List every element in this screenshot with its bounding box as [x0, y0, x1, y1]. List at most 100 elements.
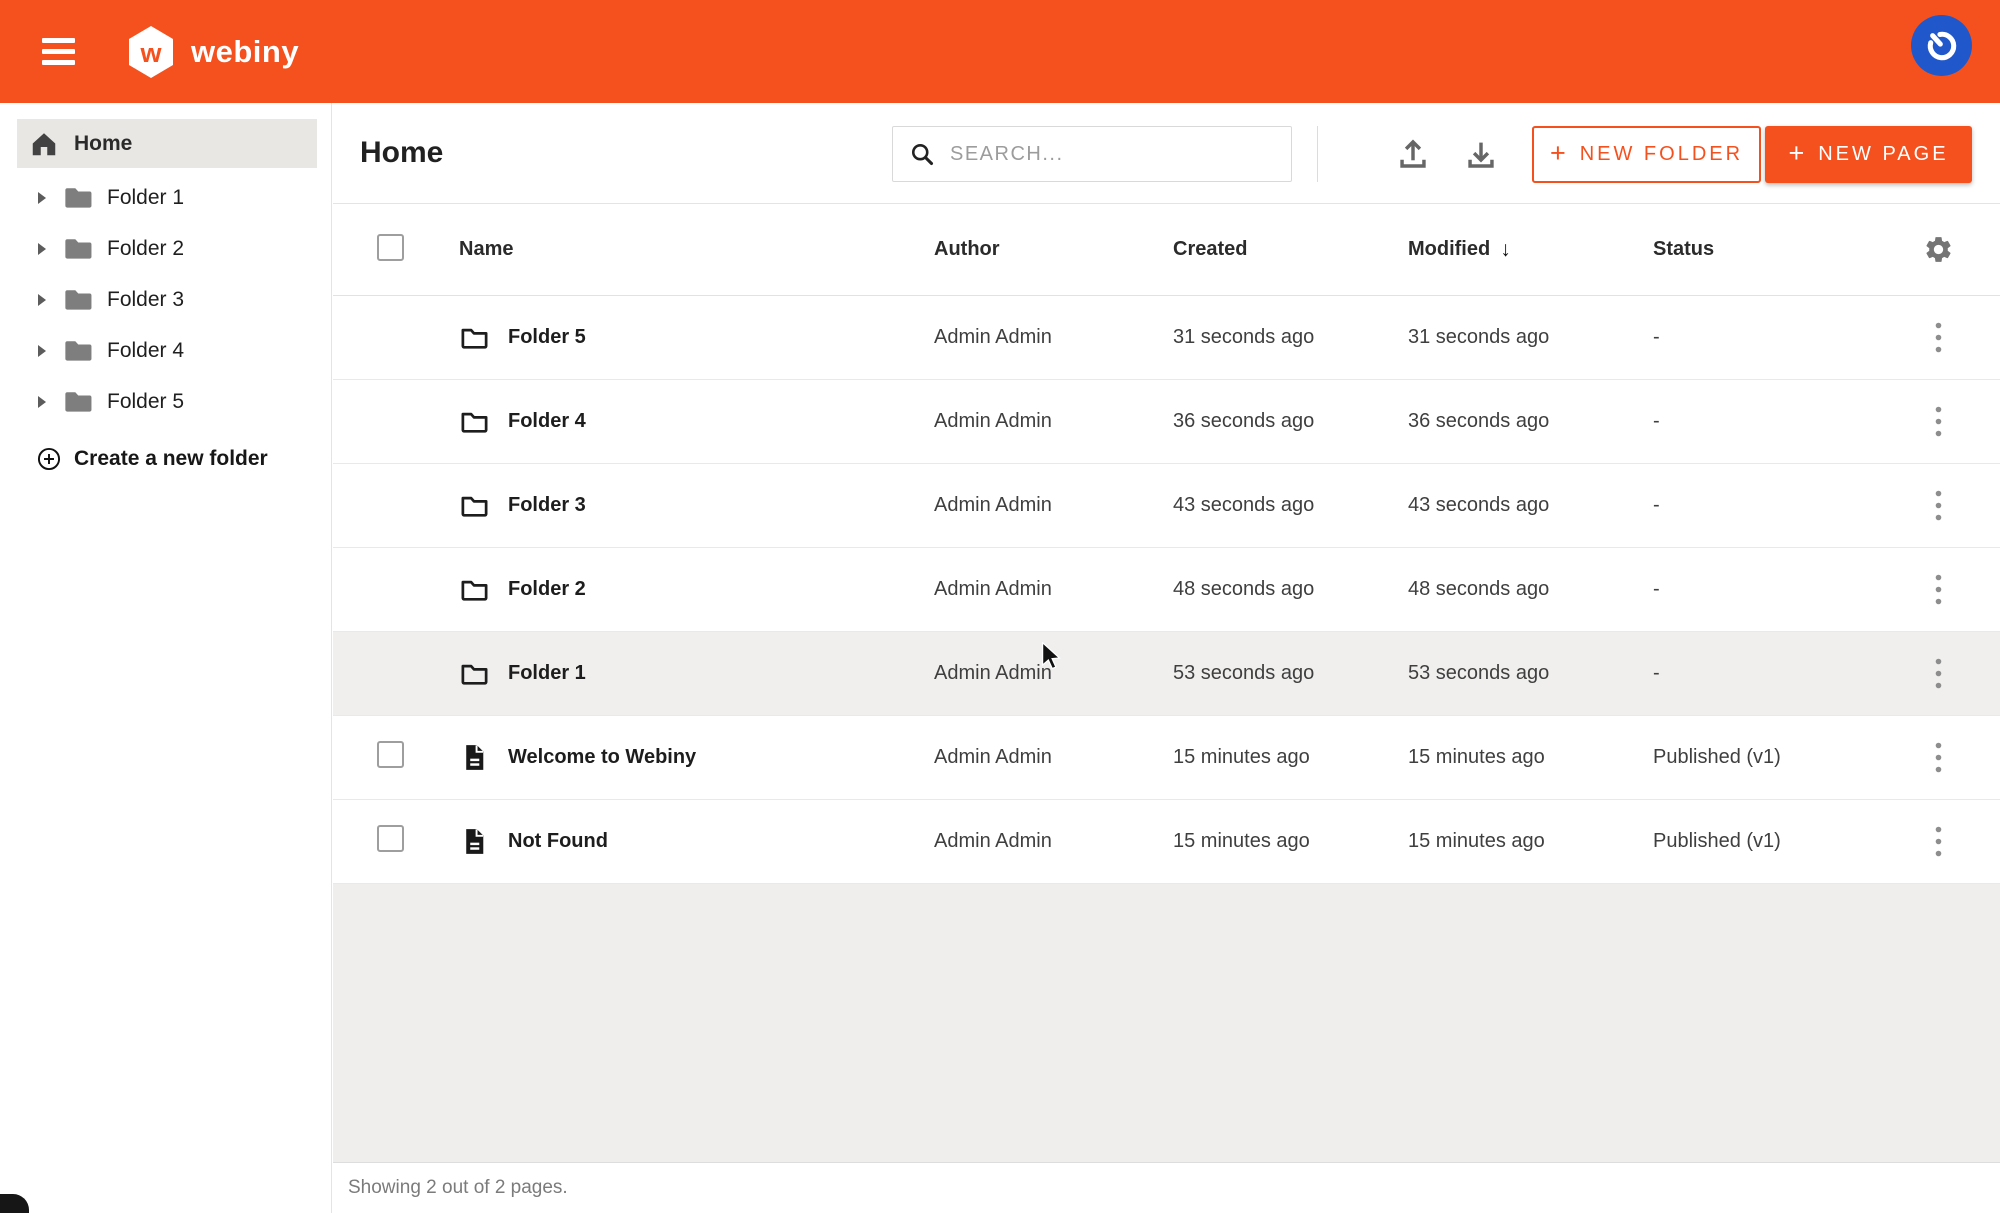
- table-row[interactable]: Folder 5 Admin Admin 31 seconds ago 31 s…: [333, 296, 2000, 380]
- search-box[interactable]: [892, 126, 1292, 182]
- sidebar-folder-label: Folder 5: [107, 390, 184, 414]
- export-pages-button[interactable]: [1454, 127, 1508, 181]
- row-created: 36 seconds ago: [1173, 410, 1408, 433]
- folder-filled-icon: [62, 335, 93, 366]
- row-modified: 15 minutes ago: [1408, 830, 1653, 853]
- row-status: Published (v1): [1653, 746, 1901, 769]
- sidebar-item-home[interactable]: Home: [17, 119, 317, 168]
- document-icon: [459, 826, 490, 857]
- select-all-checkbox[interactable]: [377, 234, 404, 261]
- folder-filled-icon: [62, 233, 93, 264]
- row-checkbox[interactable]: [377, 825, 404, 852]
- sort-descending-icon[interactable]: ↓: [1500, 238, 1511, 262]
- chevron-right-icon[interactable]: [38, 294, 46, 306]
- results-summary: Showing 2 out of 2 pages.: [348, 1177, 568, 1199]
- sidebar-item-folder-5[interactable]: Folder 5: [0, 376, 331, 427]
- folder-filled-icon: [62, 284, 93, 315]
- gravatar-icon: [1923, 27, 1961, 65]
- new-folder-label: NEW FOLDER: [1580, 143, 1743, 166]
- table-row[interactable]: Folder 2 Admin Admin 48 seconds ago 48 s…: [333, 548, 2000, 632]
- toolbar-divider: [1317, 126, 1318, 182]
- sidebar-item-folder-4[interactable]: Folder 4: [0, 325, 331, 376]
- row-created: 43 seconds ago: [1173, 494, 1408, 517]
- import-pages-button[interactable]: [1386, 127, 1440, 181]
- new-page-button[interactable]: + NEW PAGE: [1765, 126, 1972, 183]
- svg-text:w: w: [139, 38, 162, 68]
- row-name: Welcome to Webiny: [508, 746, 696, 769]
- plus-circle-icon: [36, 446, 62, 472]
- create-new-folder-button[interactable]: Create a new folder: [0, 433, 331, 484]
- folder-filled-icon: [62, 182, 93, 213]
- column-header-created[interactable]: Created: [1173, 238, 1408, 261]
- row-author: Admin Admin: [934, 494, 1173, 517]
- row-created: 48 seconds ago: [1173, 578, 1408, 601]
- row-status: -: [1653, 578, 1901, 601]
- row-name: Folder 2: [508, 578, 586, 601]
- row-created: 31 seconds ago: [1173, 326, 1408, 349]
- table-header-row: Name Author Created Modified ↓ Status: [333, 203, 2000, 296]
- row-modified: 43 seconds ago: [1408, 494, 1653, 517]
- webiny-hexagon-icon: w: [127, 25, 175, 79]
- new-folder-button[interactable]: + NEW FOLDER: [1532, 126, 1761, 183]
- plus-icon: +: [1550, 138, 1566, 169]
- new-page-label: NEW PAGE: [1818, 143, 1948, 166]
- column-header-status[interactable]: Status: [1653, 238, 1901, 261]
- chevron-right-icon[interactable]: [38, 192, 46, 204]
- column-header-name[interactable]: Name: [459, 238, 934, 261]
- row-author: Admin Admin: [934, 326, 1173, 349]
- folder-outline-icon: [459, 490, 490, 521]
- table-row[interactable]: Folder 1 Admin Admin 53 seconds ago 53 s…: [333, 632, 2000, 716]
- pagination-footer: Showing 2 out of 2 pages.: [333, 1162, 2000, 1213]
- kebab-menu-icon[interactable]: [1924, 657, 1954, 691]
- row-checkbox[interactable]: [377, 741, 404, 768]
- top-app-bar: w webiny: [0, 0, 2000, 103]
- row-author: Admin Admin: [934, 746, 1173, 769]
- kebab-menu-icon[interactable]: [1924, 321, 1954, 355]
- home-icon: [29, 129, 59, 159]
- sidebar-item-folder-1[interactable]: Folder 1: [0, 172, 331, 223]
- kebab-menu-icon[interactable]: [1924, 741, 1954, 775]
- row-created: 53 seconds ago: [1173, 662, 1408, 685]
- folder-outline-icon: [459, 322, 490, 353]
- download-icon: [1463, 136, 1499, 172]
- folder-tree-sidebar: Home Folder 1 Folder 2 Folder 3: [0, 103, 332, 1213]
- row-status: -: [1653, 662, 1901, 685]
- search-icon: [909, 141, 936, 168]
- chevron-right-icon[interactable]: [38, 243, 46, 255]
- chevron-right-icon[interactable]: [38, 345, 46, 357]
- row-status: Published (v1): [1653, 830, 1901, 853]
- sidebar-item-folder-3[interactable]: Folder 3: [0, 274, 331, 325]
- hamburger-menu-icon[interactable]: [42, 38, 75, 65]
- search-input[interactable]: [950, 143, 1291, 166]
- row-created: 15 minutes ago: [1173, 830, 1408, 853]
- table-row[interactable]: Folder 3 Admin Admin 43 seconds ago 43 s…: [333, 464, 2000, 548]
- kebab-menu-icon[interactable]: [1924, 825, 1954, 859]
- column-header-author[interactable]: Author: [934, 238, 1173, 261]
- webiny-logo[interactable]: w webiny: [127, 25, 299, 79]
- table-row[interactable]: Not Found Admin Admin 15 minutes ago 15 …: [333, 800, 2000, 884]
- kebab-menu-icon[interactable]: [1924, 489, 1954, 523]
- kebab-menu-icon[interactable]: [1924, 405, 1954, 439]
- table-body: Folder 5 Admin Admin 31 seconds ago 31 s…: [333, 296, 2000, 884]
- row-created: 15 minutes ago: [1173, 746, 1408, 769]
- sidebar-item-folder-2[interactable]: Folder 2: [0, 223, 331, 274]
- row-name: Folder 5: [508, 326, 586, 349]
- table-row[interactable]: Folder 4 Admin Admin 36 seconds ago 36 s…: [333, 380, 2000, 464]
- folder-outline-icon: [459, 658, 490, 689]
- table-settings-gear-icon[interactable]: [1923, 234, 1954, 265]
- sidebar-folder-label: Folder 3: [107, 288, 184, 312]
- sidebar-folder-list: Folder 1 Folder 2 Folder 3 Folder 4: [0, 172, 331, 427]
- row-modified: 36 seconds ago: [1408, 410, 1653, 433]
- row-author: Admin Admin: [934, 410, 1173, 433]
- page-title: Home: [360, 136, 443, 170]
- table-row[interactable]: Welcome to Webiny Admin Admin 15 minutes…: [333, 716, 2000, 800]
- row-name: Folder 3: [508, 494, 586, 517]
- empty-area: [333, 884, 2000, 1162]
- row-modified: 48 seconds ago: [1408, 578, 1653, 601]
- chevron-right-icon[interactable]: [38, 396, 46, 408]
- row-modified: 53 seconds ago: [1408, 662, 1653, 685]
- kebab-menu-icon[interactable]: [1924, 573, 1954, 607]
- sidebar-folder-label: Folder 2: [107, 237, 184, 261]
- user-avatar[interactable]: [1911, 15, 1972, 76]
- column-header-modified[interactable]: Modified ↓: [1408, 238, 1653, 262]
